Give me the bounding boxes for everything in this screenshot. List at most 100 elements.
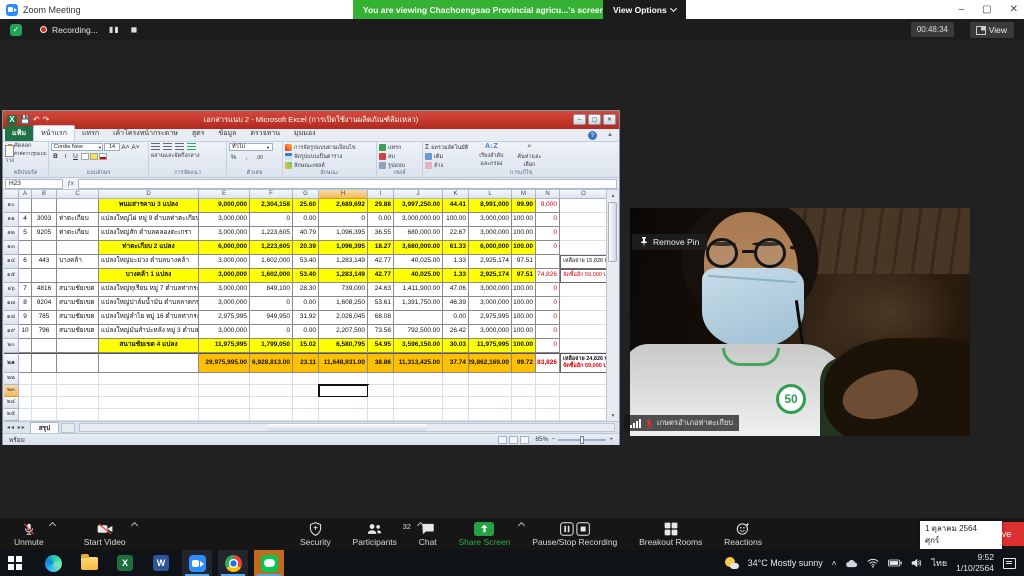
cell-B-๑๖[interactable]: 4816: [32, 283, 57, 297]
cell-O-๑๓[interactable]: [560, 241, 608, 255]
cell-L-๑๖[interactable]: 3,000,000: [469, 283, 512, 297]
cell-I-๒๒[interactable]: [368, 373, 394, 385]
cell-F-๑๐[interactable]: 2,304,158: [250, 199, 293, 213]
horizontal-scroll-thumb[interactable]: [267, 424, 427, 431]
tab-formulas[interactable]: สูตร: [185, 126, 212, 141]
cell-K-๑๐[interactable]: 44.41: [443, 199, 469, 213]
cell-I-๑๖[interactable]: 24.63: [368, 283, 394, 297]
new-sheet-tab[interactable]: [61, 423, 75, 433]
action-center-icon[interactable]: [1003, 558, 1016, 569]
cell-K-๑๕[interactable]: 1.33: [443, 269, 469, 283]
cell-H-๑๑[interactable]: 0: [319, 213, 368, 227]
taskbar-excel[interactable]: X: [110, 550, 140, 576]
cell-O-๑๘[interactable]: [560, 311, 608, 325]
cell-N-๑๒[interactable]: 0: [536, 227, 560, 241]
start-video-button[interactable]: Start Video: [84, 518, 126, 550]
cell-K-๑๒[interactable]: 22.67: [443, 227, 469, 241]
column-header-E[interactable]: E: [199, 190, 250, 199]
tab-file[interactable]: แฟ้ม: [5, 126, 33, 141]
cell-I-๒๓[interactable]: [368, 385, 394, 397]
cell-G-๒๒[interactable]: [293, 373, 319, 385]
font-name-select[interactable]: Cordia New▼: [51, 143, 103, 151]
row-header-๑๑[interactable]: ๑๑: [4, 213, 19, 227]
row-header-๑๖[interactable]: ๑๖: [4, 283, 19, 297]
column-header-H[interactable]: H: [319, 190, 368, 199]
cell-F-๑๓[interactable]: 1,223,605: [250, 241, 293, 255]
cell-O-๑๔[interactable]: เหลือจ่าย 15,826 บาท: [560, 255, 608, 269]
cell-H-๑๓[interactable]: 1,096,395: [319, 241, 368, 255]
cell-L-๒๑[interactable]: 29,862,169.00: [469, 353, 512, 373]
bold-button[interactable]: B: [51, 153, 60, 160]
horizontal-scrollbar[interactable]: [79, 423, 615, 432]
cell-J-๑๙[interactable]: 792,500.00: [394, 325, 443, 339]
cell-I-๑๑[interactable]: 0.00: [368, 213, 394, 227]
cell-J-๒๔[interactable]: [394, 397, 443, 409]
conditional-formatting-button[interactable]: การจัดรูปแบบตามเงื่อนไข: [285, 143, 374, 152]
cell-B-๒๐[interactable]: [32, 339, 57, 353]
cell-L-๑๕[interactable]: 2,925,174: [469, 269, 512, 283]
cell-C-๑๘[interactable]: สนามชัยเขต: [57, 311, 99, 325]
cell-G-๑๐[interactable]: 25.60: [293, 199, 319, 213]
pause-stop-recording-button[interactable]: Pause/Stop Recording: [532, 518, 617, 550]
excel-minimize-button[interactable]: –: [573, 114, 586, 125]
excel-close-button[interactable]: ✕: [603, 114, 616, 125]
cell-G-๑๘[interactable]: 31.92: [293, 311, 319, 325]
cell-I-๒๑[interactable]: 38.86: [368, 353, 394, 373]
cell-A-๒๒[interactable]: [19, 373, 32, 385]
cell-K-๑๗[interactable]: 46.39: [443, 297, 469, 311]
cell-H-๑๕[interactable]: 1,283,149: [319, 269, 368, 283]
weather-text[interactable]: 34°C Mostly sunny: [748, 558, 823, 568]
excel-restore-button[interactable]: ▢: [588, 114, 601, 125]
cell-N-๑๕[interactable]: 74,826: [536, 269, 560, 283]
cell-L-๑๓[interactable]: 6,000,000: [469, 241, 512, 255]
cell-C-๑๗[interactable]: สนามชัยเขต: [57, 297, 99, 311]
cell-H-๒๕[interactable]: [319, 409, 368, 421]
cell-L-๑๒[interactable]: 3,000,000: [469, 227, 512, 241]
cell-I-๑๗[interactable]: 53.61: [368, 297, 394, 311]
cell-F-๒๕[interactable]: [250, 409, 293, 421]
cell-E-๒๓[interactable]: [199, 385, 250, 397]
cell-H-๒๑[interactable]: 11,648,931.00: [319, 353, 368, 373]
column-header-N[interactable]: N: [536, 190, 560, 199]
cell-A-๒๓[interactable]: [19, 385, 32, 397]
stop-recording-button[interactable]: ◼: [131, 25, 139, 34]
cell-C-๒๑[interactable]: [57, 353, 99, 373]
cell-C-๑๔[interactable]: บางคล้า: [57, 255, 99, 269]
cell-E-๒๕[interactable]: [199, 409, 250, 421]
cell-M-๑๑[interactable]: 100.00: [512, 213, 536, 227]
cell-J-๑๘[interactable]: [394, 311, 443, 325]
cell-A-๑๓[interactable]: [19, 241, 32, 255]
cell-E-๑๖[interactable]: 3,000,000: [199, 283, 250, 297]
cell-E-๑๑[interactable]: 3,000,000: [199, 213, 250, 227]
cell-G-๑๗[interactable]: 0.00: [293, 297, 319, 311]
cell-A-๑๐[interactable]: [19, 199, 32, 213]
cell-M-๑๐[interactable]: 99.90: [512, 199, 536, 213]
cell-E-๒๐[interactable]: 11,975,995: [199, 339, 250, 353]
cell-M-๒๑[interactable]: 99.72: [512, 353, 536, 373]
unmute-button[interactable]: Unmute: [14, 518, 44, 550]
normal-view-icon[interactable]: [498, 436, 507, 444]
cell-O-๒๒[interactable]: [560, 373, 608, 385]
cell-F-๑๒[interactable]: 1,223,605: [250, 227, 293, 241]
cell-C-๒๒[interactable]: [57, 373, 99, 385]
cell-N-๑๐[interactable]: 9,000: [536, 199, 560, 213]
cell-B-๑๙[interactable]: 796: [32, 325, 57, 339]
cell-H-๑๘[interactable]: 2,026,045: [319, 311, 368, 325]
cell-F-๑๔[interactable]: 1,602,000: [250, 255, 293, 269]
autosum-button[interactable]: Σผลรวมอัตโนมัติ: [425, 143, 468, 152]
cell-B-๑๐[interactable]: [32, 199, 57, 213]
cell-C-๑๓[interactable]: [57, 241, 99, 255]
cell-J-๒๑[interactable]: 11,313,425.00: [394, 353, 443, 373]
page-break-view-icon[interactable]: [520, 436, 529, 444]
taskbar-zoom[interactable]: [182, 550, 212, 576]
cell-D-๒๒[interactable]: [99, 373, 199, 385]
participants-button[interactable]: Participants 32: [353, 518, 397, 550]
cell-J-๑๓[interactable]: 3,680,000.00: [394, 241, 443, 255]
cell-K-๑๘[interactable]: 0.00: [443, 311, 469, 325]
close-button[interactable]: ✕: [1010, 4, 1018, 15]
start-button[interactable]: [0, 550, 30, 576]
cell-B-๒๕[interactable]: [32, 409, 57, 421]
cell-M-๒๓[interactable]: [512, 385, 536, 397]
row-header-๒๓[interactable]: ๒๓: [4, 385, 19, 397]
cell-H-๒๔[interactable]: [319, 397, 368, 409]
